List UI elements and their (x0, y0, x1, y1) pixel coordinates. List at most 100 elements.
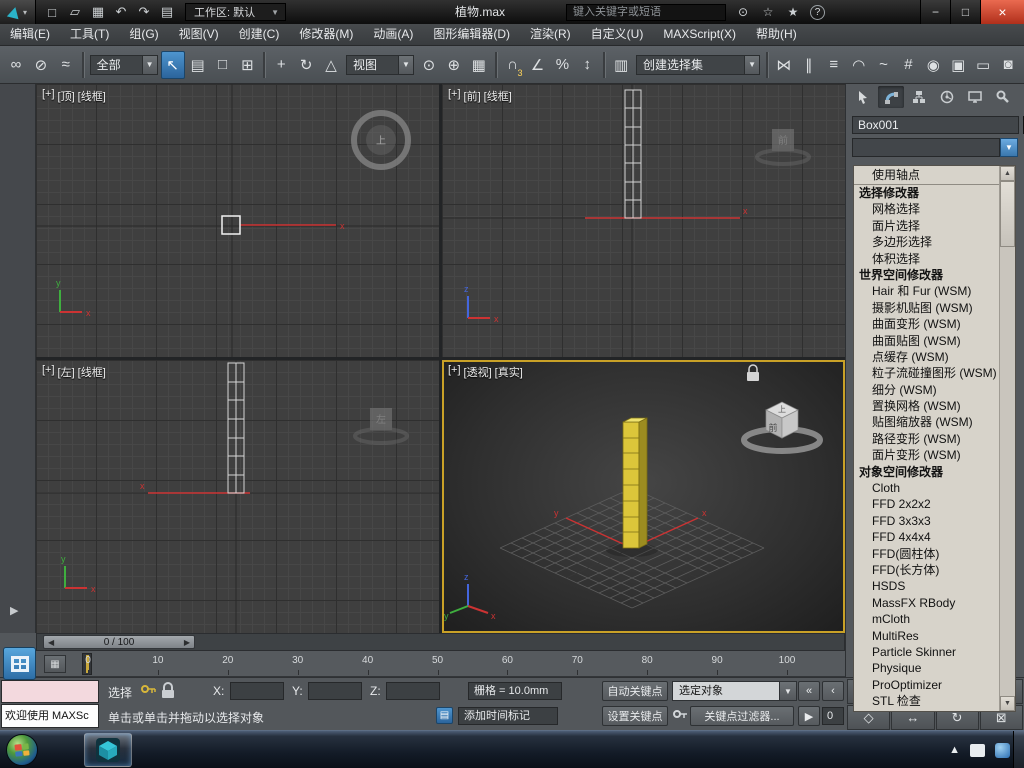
viewport-top[interactable]: [+] [顶] [线框] x 上 y x (36, 84, 439, 357)
search-input[interactable] (566, 3, 726, 21)
viewport-pov-button[interactable]: [顶] (58, 88, 75, 104)
menubar-item[interactable]: 渲染(R) (520, 24, 581, 45)
favorites-icon[interactable]: ★ (785, 5, 801, 19)
menubar-item[interactable]: 自定义(U) (581, 24, 654, 45)
select-and-move-button[interactable]: + (269, 51, 293, 79)
tab-modify[interactable] (878, 86, 904, 108)
viewport-menu-button[interactable]: [+] (42, 364, 55, 380)
mini-curve-editor-button[interactable]: ▦ (44, 655, 66, 673)
viewport-shading-button[interactable]: [真实] (495, 364, 523, 380)
taskbar-3dsmax-button[interactable] (84, 733, 132, 767)
dropdown-scrollbar[interactable]: ▲ ▼ (999, 166, 1015, 711)
graphite-ribbon-button[interactable]: ◠ (847, 51, 871, 79)
viewport-front[interactable]: [+] [前] [线框] x 前 z x (442, 84, 845, 357)
key-filters-button[interactable]: 关键点过滤器... (690, 706, 794, 726)
language-indicator-icon[interactable] (970, 743, 985, 757)
y-input[interactable] (309, 683, 361, 699)
menubar-item[interactable]: 视图(V) (169, 24, 229, 45)
select-by-name-button[interactable]: ▤ (186, 51, 210, 79)
modifier-item[interactable]: 细分 (WSM) (854, 382, 999, 398)
time-slider-handle[interactable]: ◀ 0 / 100 ▶ (43, 635, 195, 649)
selection-lock-icon[interactable] (160, 682, 176, 699)
viewport-pov-button[interactable]: [前] (464, 88, 481, 104)
tray-expand-icon[interactable]: ▲ (949, 744, 960, 756)
menubar-item[interactable]: 修改器(M) (289, 24, 363, 45)
modifier-item[interactable]: ProOptimizer (854, 677, 999, 693)
menubar-item[interactable]: 帮助(H) (746, 24, 807, 45)
curve-editor-button[interactable]: ~ (872, 51, 896, 79)
x-input[interactable] (231, 683, 283, 699)
viewport-shading-button[interactable]: [线框] (78, 88, 106, 104)
named-selection-sets-combo[interactable]: 创建选择集 ▼ (636, 54, 761, 75)
modifier-item[interactable]: 体积选择 (854, 251, 999, 267)
key-filters-key-icon[interactable] (672, 708, 688, 724)
angle-snap-button[interactable]: ∠ (526, 51, 550, 79)
bind-to-space-warp-button[interactable]: ≈ (54, 51, 78, 79)
modifier-item[interactable]: FFD(长方体) (854, 562, 999, 578)
modifier-item[interactable]: Particle Skinner (854, 644, 999, 660)
rectangular-selection-region-button[interactable]: □ (211, 51, 235, 79)
tab-utilities[interactable] (990, 86, 1016, 108)
modifier-item[interactable]: 点缓存 (WSM) (854, 349, 999, 365)
viewport-perspective-active[interactable]: [+] [透视] [真实] x y 上 前 z x y (442, 360, 845, 633)
modifier-item[interactable]: mCloth (854, 611, 999, 627)
project-folder-icon[interactable]: ▤ (159, 4, 175, 20)
minimize-button[interactable]: − (920, 0, 950, 24)
modifier-item[interactable]: 曲面变形 (WSM) (854, 316, 999, 332)
object-name-field[interactable] (852, 116, 1019, 134)
communication-center-icon[interactable]: ⊙ (735, 5, 751, 19)
start-button[interactable] (6, 734, 38, 766)
chevron-down-icon[interactable]: ▼ (780, 681, 797, 701)
chevron-down-icon[interactable]: ▼ (397, 54, 414, 75)
window-crossing-button[interactable]: ⊞ (235, 51, 259, 79)
viewport-shading-button[interactable]: [线框] (78, 364, 106, 380)
viewcube[interactable]: 左 (353, 408, 409, 445)
modifier-item[interactable]: 面片选择 (854, 218, 999, 234)
tab-motion[interactable] (934, 86, 960, 108)
sign-in-icon[interactable]: ☆ (760, 5, 776, 19)
modifier-item[interactable]: MassFX RBody (854, 595, 999, 611)
box-object[interactable] (622, 417, 648, 549)
rendered-frame-window-button[interactable]: ▭ (971, 51, 995, 79)
modifier-item[interactable]: FFD 4x4x4 (854, 529, 999, 545)
material-editor-button[interactable]: ◉ (921, 51, 945, 79)
schematic-view-button[interactable]: # (896, 51, 920, 79)
play-button[interactable]: ▶ (798, 706, 820, 726)
open-file-icon[interactable]: ▱ (67, 4, 83, 20)
previous-frame-icon[interactable]: ◀ (48, 638, 54, 647)
mirror-button[interactable]: ⋈ (772, 51, 796, 79)
modifier-item[interactable]: FFD 3x3x3 (854, 513, 999, 529)
save-file-icon[interactable]: ▦ (90, 4, 106, 20)
modifier-item[interactable]: 曲面贴图 (WSM) (854, 333, 999, 349)
modifier-item[interactable]: FFD(圆柱体) (854, 546, 999, 562)
undo-icon[interactable]: ↶ (113, 4, 129, 20)
tab-display[interactable] (962, 86, 988, 108)
use-pivot-point-center-button[interactable]: ⊙ (417, 51, 441, 79)
render-production-button[interactable]: ◙ (996, 51, 1020, 79)
menubar-item[interactable]: 动画(A) (363, 24, 423, 45)
modifier-item[interactable]: 路径变形 (WSM) (854, 431, 999, 447)
modifier-item[interactable]: MultiRes (854, 628, 999, 644)
spinner-snap-button[interactable]: ↕ (575, 51, 599, 79)
align-button[interactable]: ∥ (797, 51, 821, 79)
workspace-combo[interactable]: 工作区: 默认 ▼ (185, 3, 287, 21)
modifier-item[interactable]: STL 检查 (854, 693, 999, 709)
modifier-item[interactable]: Hair 和 Fur (WSM) (854, 283, 999, 299)
transform-y-field[interactable] (308, 682, 362, 700)
menubar-item[interactable]: 工具(T) (60, 24, 119, 45)
viewport-menu-button[interactable]: [+] (448, 364, 461, 380)
modifier-item[interactable]: Cloth (854, 480, 999, 496)
key-icon[interactable] (140, 683, 156, 699)
track-bar[interactable]: 0 10 20 30 40 50 60 70 80 90 100 (36, 651, 845, 677)
previous-frame-button[interactable]: ‹ (822, 681, 844, 701)
selection-filter-combo[interactable]: 全部 ▼ (89, 54, 158, 75)
viewport-shading-button[interactable]: [线框] (484, 88, 512, 104)
transform-x-field[interactable] (230, 682, 284, 700)
layer-manager-button[interactable]: ≡ (822, 51, 846, 79)
maxscript-mini-listener-pink[interactable] (1, 680, 99, 703)
menubar-item[interactable]: 图形编辑器(D) (423, 24, 520, 45)
keyboard-shortcut-override-button[interactable]: ▦ (467, 51, 491, 79)
application-menu-button[interactable]: ▾ (0, 0, 36, 24)
scrollbar-thumb[interactable] (1000, 181, 1015, 247)
key-filter-selection-combo[interactable]: 选定对象 ▼ (672, 681, 797, 701)
